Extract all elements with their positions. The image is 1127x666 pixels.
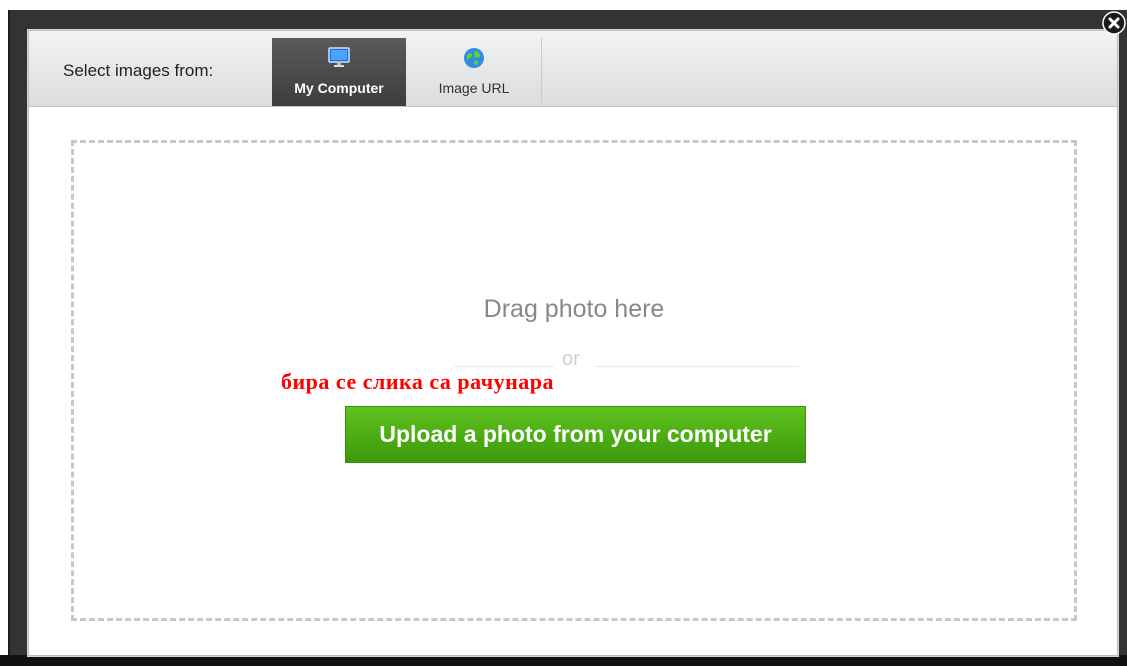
modal-backdrop-bottom [0, 655, 1127, 666]
divider-right [594, 366, 799, 367]
image-picker-dialog: Select images from: My Computer Image UR… [28, 30, 1118, 656]
drag-photo-text: Drag photo here [483, 295, 665, 323]
photo-drop-zone[interactable]: Drag photo here or бира се слика са рачу… [71, 140, 1077, 621]
select-images-label: Select images from: [63, 61, 214, 80]
tab-image-url[interactable]: Image URL [407, 38, 542, 106]
tab-image-url-label: Image URL [438, 80, 510, 96]
tab-my-computer-label: My Computer [294, 80, 384, 96]
globe-icon [464, 48, 484, 68]
close-icon[interactable] [1102, 11, 1126, 35]
or-text: or [562, 348, 580, 370]
monitor-icon [328, 47, 350, 67]
source-toolbar: Select images from: My Computer Image UR… [29, 31, 1117, 107]
upload-photo-button[interactable]: Upload a photo from your computer [345, 406, 806, 463]
tab-my-computer[interactable]: My Computer [272, 38, 406, 106]
divider-left [454, 366, 554, 367]
annotation-text: бира се слика са рачунара [281, 369, 555, 394]
